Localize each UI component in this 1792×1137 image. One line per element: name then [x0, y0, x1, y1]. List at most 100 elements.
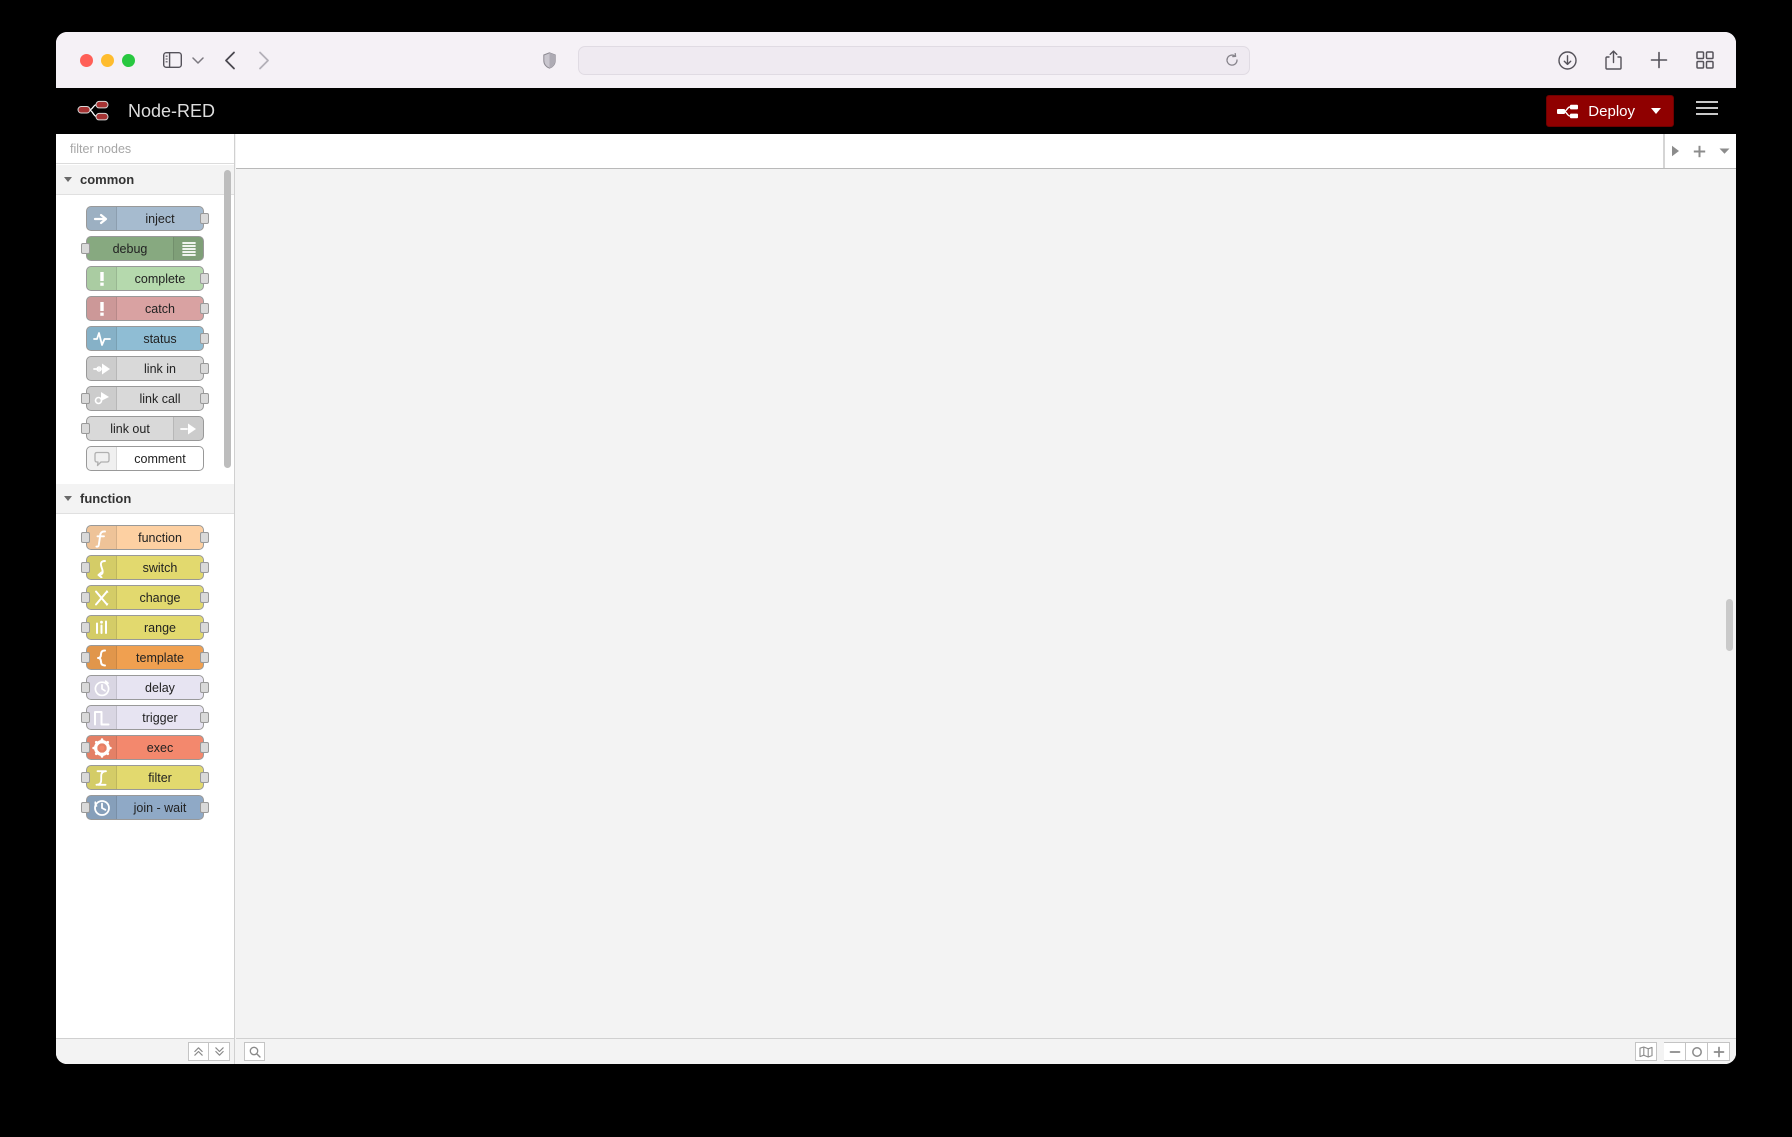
node-output-port[interactable]	[200, 712, 209, 723]
share-icon[interactable]	[1605, 50, 1622, 70]
node-output-port[interactable]	[200, 742, 209, 753]
palette-scrollbar[interactable]	[224, 170, 231, 468]
link-out-icon	[179, 423, 196, 434]
palette-node-label: link out	[110, 421, 150, 436]
deploy-chevron-down-icon[interactable]	[1651, 108, 1661, 114]
add-flow-button[interactable]	[1693, 145, 1706, 158]
status-bar-left	[244, 1042, 265, 1061]
browser-back-button[interactable]	[224, 51, 236, 70]
minimize-window-button[interactable]	[101, 53, 114, 67]
node-output-port[interactable]	[200, 772, 209, 783]
palette-node-icon	[87, 736, 117, 759]
palette-node-label: debug	[112, 241, 148, 256]
palette-node-join---wait[interactable]: join - wait	[81, 795, 209, 820]
palette-node-function[interactable]: function	[81, 525, 209, 550]
node-input-port[interactable]	[81, 622, 90, 633]
navigator-button[interactable]	[1635, 1042, 1657, 1061]
node-input-port[interactable]	[81, 772, 90, 783]
node-input-port[interactable]	[81, 423, 90, 434]
sidebar-chevron-down-icon[interactable]	[192, 56, 204, 65]
palette-node-label: change	[139, 590, 181, 605]
palette-search[interactable]	[56, 134, 234, 164]
node-output-port[interactable]	[200, 363, 209, 374]
node-output-port[interactable]	[200, 213, 209, 224]
node-output-port[interactable]	[200, 532, 209, 543]
palette-node-label: link call	[139, 391, 181, 406]
palette-filter-input[interactable]	[70, 141, 231, 156]
palette-node-comment[interactable]: comment	[86, 446, 204, 471]
palette-category-common[interactable]: common	[56, 165, 234, 195]
maximize-window-button[interactable]	[122, 53, 135, 67]
flow-tabs-list[interactable]	[236, 134, 1664, 168]
node-input-port[interactable]	[81, 712, 90, 723]
zoom-in-button[interactable]	[1708, 1042, 1730, 1061]
palette-node-icon	[87, 207, 117, 230]
search-flows-button[interactable]	[244, 1042, 265, 1061]
node-input-port[interactable]	[81, 532, 90, 543]
node-output-port[interactable]	[200, 562, 209, 573]
address-bar[interactable]	[577, 45, 1250, 75]
palette-node-label: exec	[146, 740, 174, 755]
palette-node-complete[interactable]: complete	[86, 266, 209, 291]
node-output-port[interactable]	[200, 652, 209, 663]
browser-forward-button[interactable]	[258, 51, 270, 70]
flow-options-button[interactable]	[1719, 147, 1730, 155]
new-tab-icon[interactable]	[1650, 51, 1668, 69]
main-menu-button[interactable]	[1696, 101, 1718, 119]
node-output-port[interactable]	[200, 682, 209, 693]
pulse-step-icon	[93, 710, 109, 725]
palette-node-switch[interactable]: switch	[81, 555, 209, 580]
palette-category-function[interactable]: function	[56, 484, 234, 514]
palette-node-inject[interactable]: inject	[86, 206, 209, 231]
palette-node-debug[interactable]: debug	[81, 236, 204, 261]
close-window-button[interactable]	[80, 53, 93, 67]
palette-node-icon	[87, 616, 117, 639]
node-input-port[interactable]	[81, 802, 90, 813]
node-output-port[interactable]	[200, 622, 209, 633]
node-output-port[interactable]	[200, 802, 209, 813]
palette-node-template[interactable]: template	[81, 645, 209, 670]
chevron-down-icon	[1719, 148, 1730, 154]
node-input-port[interactable]	[81, 742, 90, 753]
palette-node-exec[interactable]: exec	[81, 735, 209, 760]
palette-node-link-out[interactable]: link out	[81, 416, 204, 441]
zoom-out-button[interactable]	[1664, 1042, 1686, 1061]
node-output-port[interactable]	[200, 273, 209, 284]
tabs-toggle-button[interactable]	[1671, 145, 1680, 157]
browser-toolbar-right	[1558, 32, 1714, 88]
deploy-icon	[1557, 104, 1579, 118]
url-input[interactable]	[588, 52, 1225, 68]
palette-node-link-in[interactable]: link in	[86, 356, 209, 381]
expand-all-button[interactable]	[209, 1042, 230, 1061]
node-input-port[interactable]	[81, 592, 90, 603]
sidebar-toggle-icon[interactable]	[163, 52, 182, 68]
flow-canvas[interactable]	[236, 169, 1736, 1038]
palette-node-link-call[interactable]: link call	[81, 386, 209, 411]
node-input-port[interactable]	[81, 652, 90, 663]
palette-node-catch[interactable]: catch	[86, 296, 209, 321]
node-input-port[interactable]	[81, 393, 90, 404]
node-red-header: Node-RED Deploy	[56, 88, 1736, 134]
palette-node-change[interactable]: change	[81, 585, 209, 610]
palette-node-delay[interactable]: delay	[81, 675, 209, 700]
node-output-port[interactable]	[200, 333, 209, 344]
palette-node-trigger[interactable]: trigger	[81, 705, 209, 730]
node-output-port[interactable]	[200, 303, 209, 314]
node-output-port[interactable]	[200, 592, 209, 603]
palette-node-filter[interactable]: filter	[81, 765, 209, 790]
downloads-icon[interactable]	[1558, 50, 1577, 70]
reload-icon[interactable]	[1225, 53, 1239, 67]
palette-node-status[interactable]: status	[86, 326, 209, 351]
node-output-port[interactable]	[200, 393, 209, 404]
browser-window: Node-RED Deploy filter nodes common inje…	[56, 32, 1736, 1064]
node-input-port[interactable]	[81, 562, 90, 573]
palette-node-range[interactable]: range	[81, 615, 209, 640]
zoom-reset-button[interactable]	[1686, 1042, 1708, 1061]
collapse-all-button[interactable]	[188, 1042, 209, 1061]
tab-overview-icon[interactable]	[1696, 51, 1714, 69]
node-input-port[interactable]	[81, 682, 90, 693]
node-input-port[interactable]	[81, 243, 90, 254]
deploy-button[interactable]: Deploy	[1546, 95, 1674, 127]
canvas-vertical-scrollbar[interactable]	[1726, 599, 1733, 651]
shield-icon[interactable]	[542, 51, 556, 69]
